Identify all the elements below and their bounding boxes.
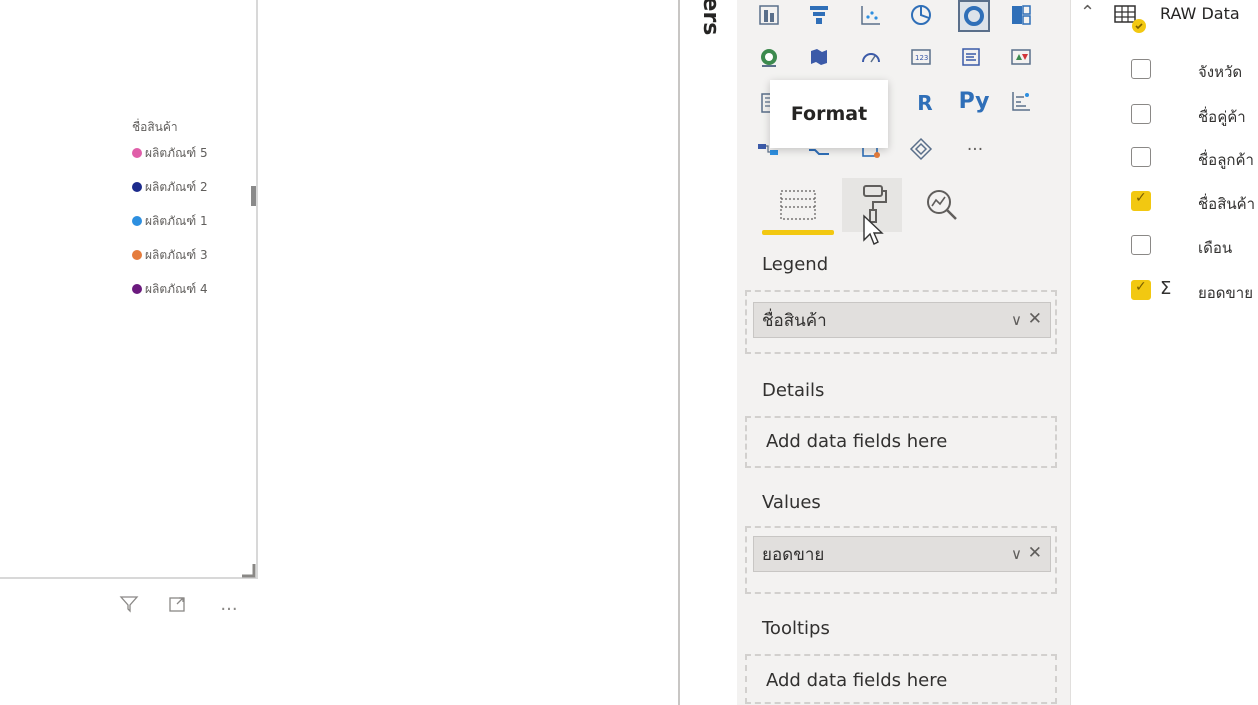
- field-checkbox[interactable]: [1131, 104, 1151, 124]
- chevron-down-icon[interactable]: ∨: [1011, 545, 1022, 563]
- format-tooltip: Format: [770, 80, 888, 148]
- field-checkbox[interactable]: [1131, 147, 1151, 167]
- legend-item[interactable]: ผลิตภัณฑ์ 3: [132, 246, 208, 264]
- key-influencers-icon[interactable]: [1008, 88, 1034, 114]
- field-name[interactable]: ชื่อคู่ค้า: [1198, 105, 1246, 129]
- field-name[interactable]: ชื่อลูกค้า: [1198, 148, 1254, 172]
- treemap-icon[interactable]: [1008, 2, 1034, 28]
- legend-item-label: ผลิตภัณฑ์ 1: [145, 213, 208, 228]
- field-checkbox[interactable]: [1131, 59, 1151, 79]
- remove-field-icon[interactable]: ✕: [1028, 543, 1042, 563]
- legend-dot: [132, 250, 142, 260]
- legend-well-label: Legend: [762, 254, 829, 275]
- active-tab-indicator: [762, 230, 834, 235]
- resize-handle-icon[interactable]: [240, 562, 256, 578]
- analytics-tab[interactable]: [912, 178, 972, 232]
- field-name[interactable]: เดือน: [1198, 236, 1232, 260]
- legend-dot: [132, 182, 142, 192]
- legend-item[interactable]: ผลิตภัณฑ์ 4: [132, 280, 208, 298]
- legend-item[interactable]: ผลิตภัณฑ์ 2: [132, 178, 208, 196]
- legend-title: ชื่อสินค้า: [132, 120, 178, 134]
- details-placeholder: Add data fields here: [766, 431, 948, 452]
- field-name[interactable]: จังหวัด: [1198, 60, 1242, 84]
- legend-item-label: ผลิตภัณฑ์ 2: [145, 179, 208, 194]
- r-visual-icon[interactable]: R: [912, 90, 938, 116]
- values-field-pill[interactable]: ยอดขาย ∨ ✕: [753, 536, 1051, 572]
- filters-pane-label[interactable]: ters: [698, 0, 723, 35]
- sigma-icon: Σ: [1160, 278, 1172, 299]
- table-name[interactable]: RAW Data: [1160, 4, 1240, 23]
- legend-item[interactable]: ผลิตภัณฑ์ 5: [132, 144, 208, 162]
- filter-icon[interactable]: [118, 593, 140, 615]
- legend-item-label: ผลิตภัณฑ์ 3: [145, 247, 208, 262]
- legend-item[interactable]: ผลิตภัณฑ์ 1: [132, 212, 208, 230]
- card-icon[interactable]: 123: [908, 44, 934, 70]
- more-visuals-icon[interactable]: ...: [962, 132, 988, 158]
- tooltips-placeholder: Add data fields here: [766, 670, 948, 691]
- legend-dot: [132, 284, 142, 294]
- tooltips-well-label: Tooltips: [762, 618, 830, 639]
- table-icon: [1114, 5, 1146, 33]
- visual-border: [0, 577, 258, 579]
- legend-field-name: ชื่อสินค้า: [762, 310, 827, 331]
- legend-scrollbar[interactable]: [251, 186, 256, 206]
- power-apps-icon[interactable]: [908, 136, 934, 162]
- multi-row-card-icon[interactable]: [958, 44, 984, 70]
- gauge-icon[interactable]: [858, 44, 884, 70]
- kpi-icon[interactable]: [1008, 44, 1034, 70]
- field-checkbox[interactable]: [1131, 279, 1151, 300]
- scatter-chart-icon[interactable]: [858, 2, 884, 28]
- donut-chart-icon[interactable]: [958, 0, 990, 32]
- values-field-name: ยอดขาย: [762, 544, 825, 565]
- focus-mode-icon[interactable]: [166, 593, 188, 615]
- field-checkbox[interactable]: [1131, 190, 1151, 211]
- map-icon[interactable]: [756, 44, 782, 70]
- legend-item-label: ผลิตภัณฑ์ 5: [145, 145, 208, 160]
- fields-tab[interactable]: [768, 178, 828, 232]
- mouse-cursor-icon: [863, 214, 884, 245]
- chevron-down-icon[interactable]: ∨: [1011, 311, 1022, 329]
- field-checkbox[interactable]: [1131, 235, 1151, 255]
- remove-field-icon[interactable]: ✕: [1028, 309, 1042, 329]
- values-well-label: Values: [762, 492, 821, 513]
- ribbon-chart-icon[interactable]: [756, 2, 782, 28]
- fields-well-icon: [780, 190, 816, 220]
- svg-text:123: 123: [915, 54, 928, 62]
- more-options-icon[interactable]: ...: [218, 593, 240, 615]
- details-well-label: Details: [762, 380, 825, 401]
- field-name[interactable]: ชื่อสินค้า: [1198, 192, 1255, 216]
- collapse-table-icon[interactable]: ⌃: [1080, 2, 1095, 23]
- python-visual-icon[interactable]: Py: [958, 88, 990, 114]
- field-name[interactable]: ยอดขาย: [1198, 281, 1253, 305]
- legend-dot: [132, 216, 142, 226]
- pie-chart-icon[interactable]: [908, 2, 934, 28]
- funnel-chart-icon[interactable]: [806, 2, 832, 28]
- visual-border: [256, 0, 258, 578]
- analytics-magnifier-icon: [927, 190, 957, 220]
- legend-field-pill[interactable]: ชื่อสินค้า ∨ ✕: [753, 302, 1051, 338]
- report-canvas[interactable]: [0, 0, 678, 705]
- legend-item-label: ผลิตภัณฑ์ 4: [145, 281, 208, 296]
- legend-dot: [132, 148, 142, 158]
- filled-map-icon[interactable]: [806, 44, 832, 70]
- filters-pane-collapsed[interactable]: ters: [678, 0, 734, 705]
